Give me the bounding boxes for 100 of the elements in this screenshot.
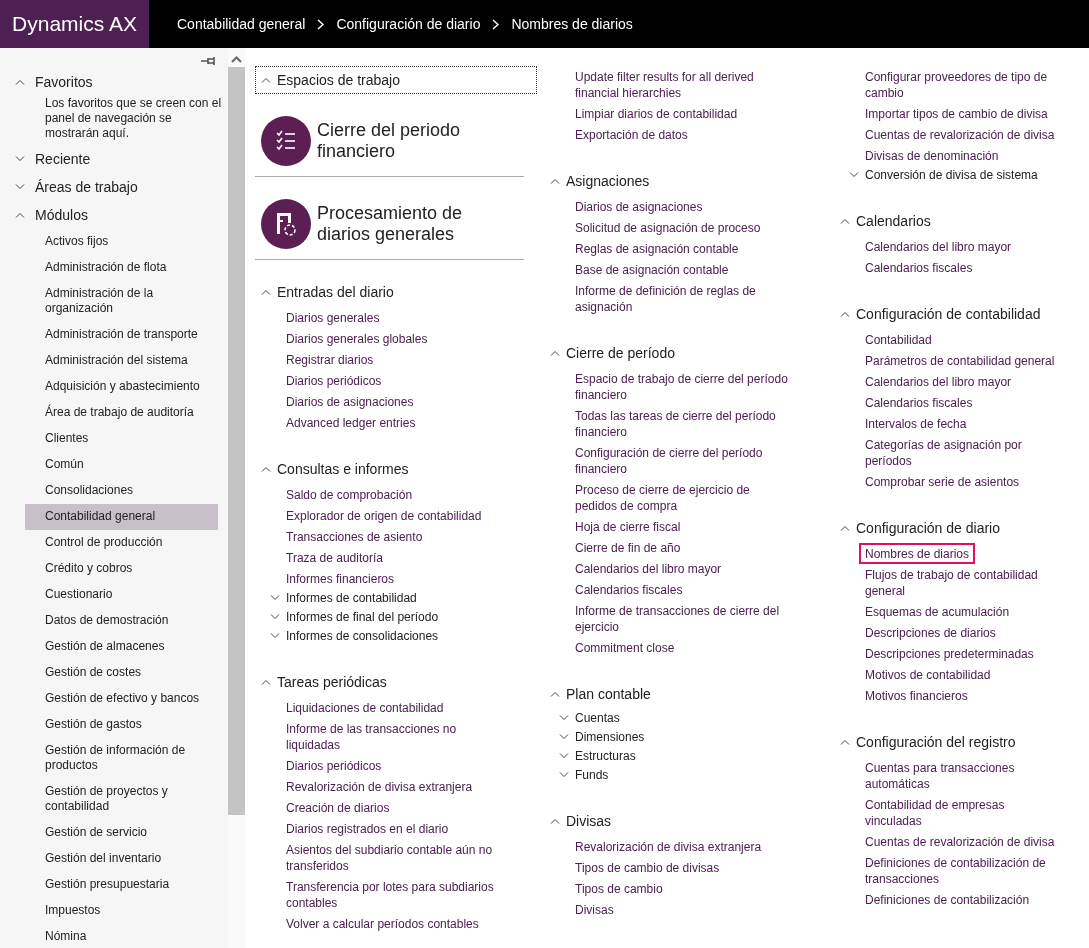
chevron-up-icon[interactable] [550, 818, 560, 824]
scrollbar[interactable] [228, 48, 245, 948]
nav-link[interactable]: Advanced ledger entries [280, 412, 422, 433]
chevron-down-icon[interactable] [849, 172, 859, 178]
nav-link[interactable]: Categorías de asignación por períodos [859, 434, 1070, 471]
nav-link[interactable]: Diarios generales [280, 307, 386, 328]
group-link[interactable]: Informes de final del período [286, 609, 439, 625]
nav-link[interactable]: Saldo de comprobación [280, 484, 419, 505]
breadcrumb-item[interactable]: Contabilidad general [177, 16, 306, 32]
chevron-up-icon[interactable] [261, 289, 271, 295]
chevron-down-icon[interactable] [559, 772, 569, 778]
breadcrumb-item[interactable]: Nombres de diarios [511, 16, 633, 32]
breadcrumb-item[interactable]: Configuración de diario [336, 16, 481, 32]
module-item[interactable]: Administración del sistema [25, 348, 218, 374]
nav-link[interactable]: Traza de auditoría [280, 547, 389, 568]
nav-link[interactable]: Flujos de trabajo de contabilidad general [859, 564, 1070, 601]
nav-link[interactable]: Intervalos de fecha [859, 413, 973, 434]
section-heading[interactable]: Configuración de contabilidad [856, 306, 1041, 322]
scroll-up-icon[interactable] [231, 56, 242, 63]
nav-link[interactable]: Cuentas de revalorización de divisa [859, 124, 1061, 145]
group-link[interactable]: Cuentas [575, 710, 620, 726]
nav-link[interactable]: Liquidaciones de contabilidad [280, 697, 450, 718]
nav-link[interactable]: Configuración de cierre del período financiero [569, 442, 796, 479]
brand-logo[interactable]: Dynamics AX [0, 0, 149, 48]
module-item[interactable]: Cuestionario [25, 582, 218, 608]
nav-link[interactable]: Transferencia por lotes para subdiarios contables [280, 876, 507, 913]
module-item[interactable]: Administración de flota [25, 255, 218, 281]
module-item[interactable]: Control de producción [25, 530, 218, 556]
module-item[interactable]: Gestión de información de productos [25, 738, 218, 779]
module-item[interactable]: Común [25, 452, 218, 478]
nav-link[interactable]: Esquemas de acumulación [859, 601, 1016, 622]
module-item[interactable]: Administración de transporte [25, 322, 218, 348]
module-item[interactable]: Gestión de costes [25, 660, 218, 686]
chevron-down-icon[interactable] [559, 734, 569, 740]
chevron-up-icon[interactable] [15, 79, 25, 85]
group-link[interactable]: Estructuras [575, 748, 636, 764]
module-item[interactable]: Gestión de almacenes [25, 634, 218, 660]
nav-link[interactable]: Calendarios fiscales [859, 257, 979, 278]
module-item[interactable]: Gestión de proyectos y contabilidad [25, 779, 218, 820]
nav-link[interactable]: Diarios periódicos [280, 755, 388, 776]
nav-link[interactable]: Contabilidad de empresas vinculadas [859, 794, 1070, 831]
nav-section-heading[interactable]: Áreas de trabajo [35, 179, 138, 195]
module-item[interactable]: Clientes [25, 426, 218, 452]
nav-link[interactable]: Calendarios fiscales [859, 392, 979, 413]
nav-link[interactable]: Registrar diarios [280, 349, 380, 370]
nav-link[interactable]: Cierre de fin de año [569, 537, 687, 558]
module-item[interactable]: Consolidaciones [25, 478, 218, 504]
nav-link[interactable]: Configurar proveedores de tipo de cambio [859, 66, 1070, 103]
chevron-down-icon[interactable] [15, 156, 25, 162]
nav-link[interactable]: Hoja de cierre fiscal [569, 516, 687, 537]
chevron-up-icon[interactable] [840, 525, 850, 531]
nav-link[interactable]: Divisas [569, 899, 620, 920]
module-item[interactable]: Gestión de gastos [25, 712, 218, 738]
nav-link[interactable]: Calendarios fiscales [569, 579, 689, 600]
chevron-up-icon[interactable] [261, 77, 271, 83]
chevron-down-icon[interactable] [15, 184, 25, 190]
nav-link[interactable]: Asientos del subdiario contable aún no transferidos [280, 839, 507, 876]
group-link[interactable]: Informes de consolidaciones [286, 628, 439, 644]
module-item[interactable]: Gestión presupuestaria [25, 872, 218, 898]
nav-link[interactable]: Todas las tareas de cierre del período financiero [569, 405, 796, 442]
nav-link[interactable]: Creación de diarios [280, 797, 396, 818]
nav-link[interactable]: Motivos financieros [859, 685, 974, 706]
module-item[interactable]: Contabilidad general [25, 504, 218, 530]
chevron-up-icon[interactable] [840, 218, 850, 224]
nav-link[interactable]: Descripciones de diarios [859, 622, 1002, 643]
section-heading[interactable]: Entradas del diario [277, 284, 394, 300]
nav-link[interactable]: Informe de las transacciones no liquidadas [280, 718, 507, 755]
nav-link[interactable]: Commitment close [569, 637, 681, 658]
chevron-up-icon[interactable] [15, 212, 25, 218]
module-item[interactable]: Nómina [25, 924, 218, 948]
nav-link[interactable]: Explorador de origen de contabilidad [280, 505, 488, 526]
module-item[interactable]: Gestión del inventario [25, 846, 218, 872]
nav-section-heading[interactable]: Reciente [35, 151, 91, 167]
group-link[interactable]: Funds [575, 767, 609, 783]
chevron-up-icon[interactable] [840, 739, 850, 745]
nav-link[interactable]: Descripciones predeterminadas [859, 643, 1040, 664]
pin-icon[interactable] [200, 56, 216, 66]
nav-link[interactable]: Contabilidad [859, 329, 938, 350]
nav-link[interactable]: Solicitud de asignación de proceso [569, 217, 767, 238]
section-heading[interactable]: Plan contable [566, 686, 651, 702]
workspaces-header[interactable]: Espacios de trabajo [255, 66, 537, 94]
nav-link[interactable]: Exportación de datos [569, 124, 694, 145]
nav-link[interactable]: Transacciones de asiento [280, 526, 429, 547]
group-link[interactable]: Dimensiones [575, 729, 645, 745]
nav-link[interactable]: Proceso de cierre de ejercicio de pedidos de compra [569, 479, 796, 516]
nav-link[interactable]: Diarios periódicos [280, 370, 388, 391]
module-item[interactable]: Impuestos [25, 898, 218, 924]
section-heading[interactable]: Configuración de diario [856, 520, 1000, 536]
module-item[interactable]: Área de trabajo de auditoría [25, 400, 218, 426]
scrollbar-thumb[interactable] [228, 67, 245, 815]
module-item[interactable]: Activos fijos [25, 229, 218, 255]
module-item[interactable]: Gestión de servicio [25, 820, 218, 846]
module-item[interactable]: Crédito y cobros [25, 556, 218, 582]
nav-link[interactable]: Tipos de cambio de divisas [569, 857, 726, 878]
workspace-tile[interactable]: Cierre del periodo financiero [317, 120, 477, 162]
module-item[interactable]: Adquisición y abastecimiento [25, 374, 218, 400]
nav-link[interactable]: Espacio de trabajo de cierre del período financiero [569, 368, 796, 405]
nav-link[interactable]: Divisas de denominación [859, 145, 1005, 166]
chevron-down-icon[interactable] [270, 595, 280, 601]
group-link[interactable]: Informes de contabilidad [286, 590, 417, 606]
